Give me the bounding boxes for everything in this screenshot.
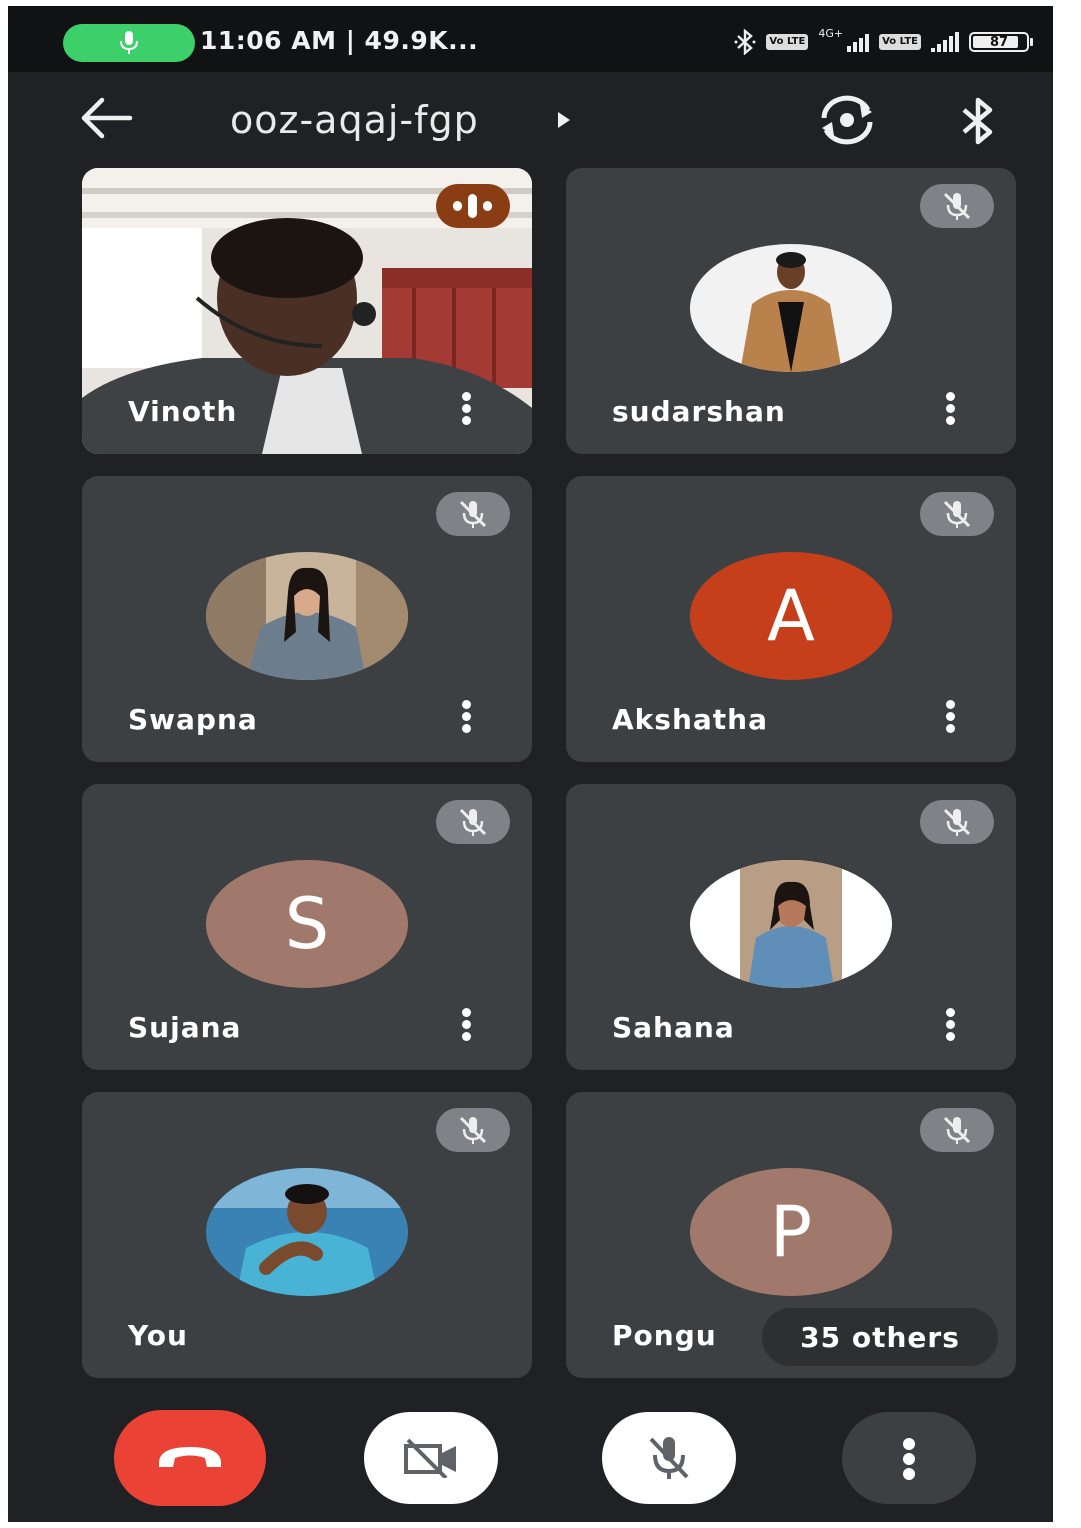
others-count-pill[interactable]: 35 others — [762, 1308, 998, 1366]
more-vert-icon[interactable] — [456, 700, 476, 736]
participant-tile-sudarshan[interactable]: sudarshan — [566, 168, 1016, 454]
more-vert-icon[interactable] — [456, 1008, 476, 1044]
meeting-header: ooz-aqaj-fgp — [8, 72, 1053, 168]
expand-arrow-icon[interactable] — [556, 110, 572, 130]
mic-off-icon — [649, 1437, 689, 1479]
volte-badge-2: Vo LTE — [879, 34, 921, 50]
battery-icon: 87 — [969, 32, 1033, 52]
participant-name: Sahana — [612, 1011, 735, 1044]
more-vert-icon[interactable] — [940, 700, 960, 736]
participant-tile-akshatha[interactable]: A Akshatha — [566, 476, 1016, 762]
participant-tile-sahana[interactable]: Sahana — [566, 784, 1016, 1070]
avatar-letter: A — [690, 552, 892, 680]
participant-name: Sujana — [128, 1011, 242, 1044]
bluetooth-audio-icon[interactable] — [956, 96, 1000, 146]
back-arrow-icon[interactable] — [80, 96, 134, 140]
avatar — [206, 1168, 408, 1296]
more-vert-icon[interactable] — [940, 392, 960, 428]
status-icons: Vo LTE 4G+ Vo LTE 87 — [734, 27, 1033, 56]
participant-name: Vinoth — [128, 395, 238, 428]
bluetooth-icon — [734, 29, 756, 55]
mic-off-icon — [920, 800, 994, 844]
more-vert-icon[interactable] — [940, 1008, 960, 1044]
avatar — [690, 244, 892, 372]
participant-name: Pongu — [612, 1319, 717, 1352]
avatar — [206, 552, 408, 680]
avatar-letter: S — [206, 860, 408, 988]
signal-icon-2 — [931, 32, 959, 52]
status-bar: 11:06 AM | 49.9K... Vo LTE 4G+ Vo LTE 87 — [8, 6, 1053, 72]
mic-icon — [120, 31, 138, 54]
avatar-letter: P — [690, 1168, 892, 1296]
more-options-button[interactable] — [842, 1412, 976, 1504]
active-call-pill[interactable] — [63, 24, 195, 62]
mic-toggle-button[interactable] — [602, 1412, 736, 1504]
meet-screen: 11:06 AM | 49.9K... Vo LTE 4G+ Vo LTE 87 — [8, 6, 1053, 1522]
end-call-icon — [159, 1447, 221, 1467]
mic-off-icon — [436, 800, 510, 844]
participant-tile-pongu[interactable]: P Pongu 35 others — [566, 1092, 1016, 1378]
network-type: 4G+ — [818, 27, 844, 40]
speaking-indicator — [436, 184, 510, 228]
status-time: 11:06 AM | 49.9K... — [200, 26, 479, 55]
mic-off-icon — [920, 1108, 994, 1152]
participant-tile-you[interactable]: You — [82, 1092, 532, 1378]
mic-off-icon — [436, 1108, 510, 1152]
battery-level: 87 — [989, 34, 1009, 50]
mic-off-icon — [920, 492, 994, 536]
mic-off-icon — [920, 184, 994, 228]
camera-toggle-button[interactable] — [364, 1412, 498, 1504]
participant-tile-swapna[interactable]: Swapna — [82, 476, 532, 762]
end-call-button[interactable] — [114, 1410, 266, 1506]
participant-tile-vinoth[interactable]: Vinoth — [82, 168, 532, 454]
participant-name: Akshatha — [612, 703, 768, 736]
avatar — [690, 860, 892, 988]
switch-camera-icon[interactable] — [814, 92, 880, 148]
meeting-code[interactable]: ooz-aqaj-fgp — [230, 98, 479, 142]
volte-badge-1: Vo LTE — [766, 34, 809, 50]
more-vert-icon[interactable] — [456, 392, 476, 428]
mic-off-icon — [436, 492, 510, 536]
camera-off-icon — [404, 1438, 456, 1478]
participant-name: Swapna — [128, 703, 258, 736]
participant-tile-sujana[interactable]: S Sujana — [82, 784, 532, 1070]
participant-name: sudarshan — [612, 395, 786, 428]
participant-name: You — [128, 1319, 188, 1352]
signal-icon — [847, 32, 870, 52]
